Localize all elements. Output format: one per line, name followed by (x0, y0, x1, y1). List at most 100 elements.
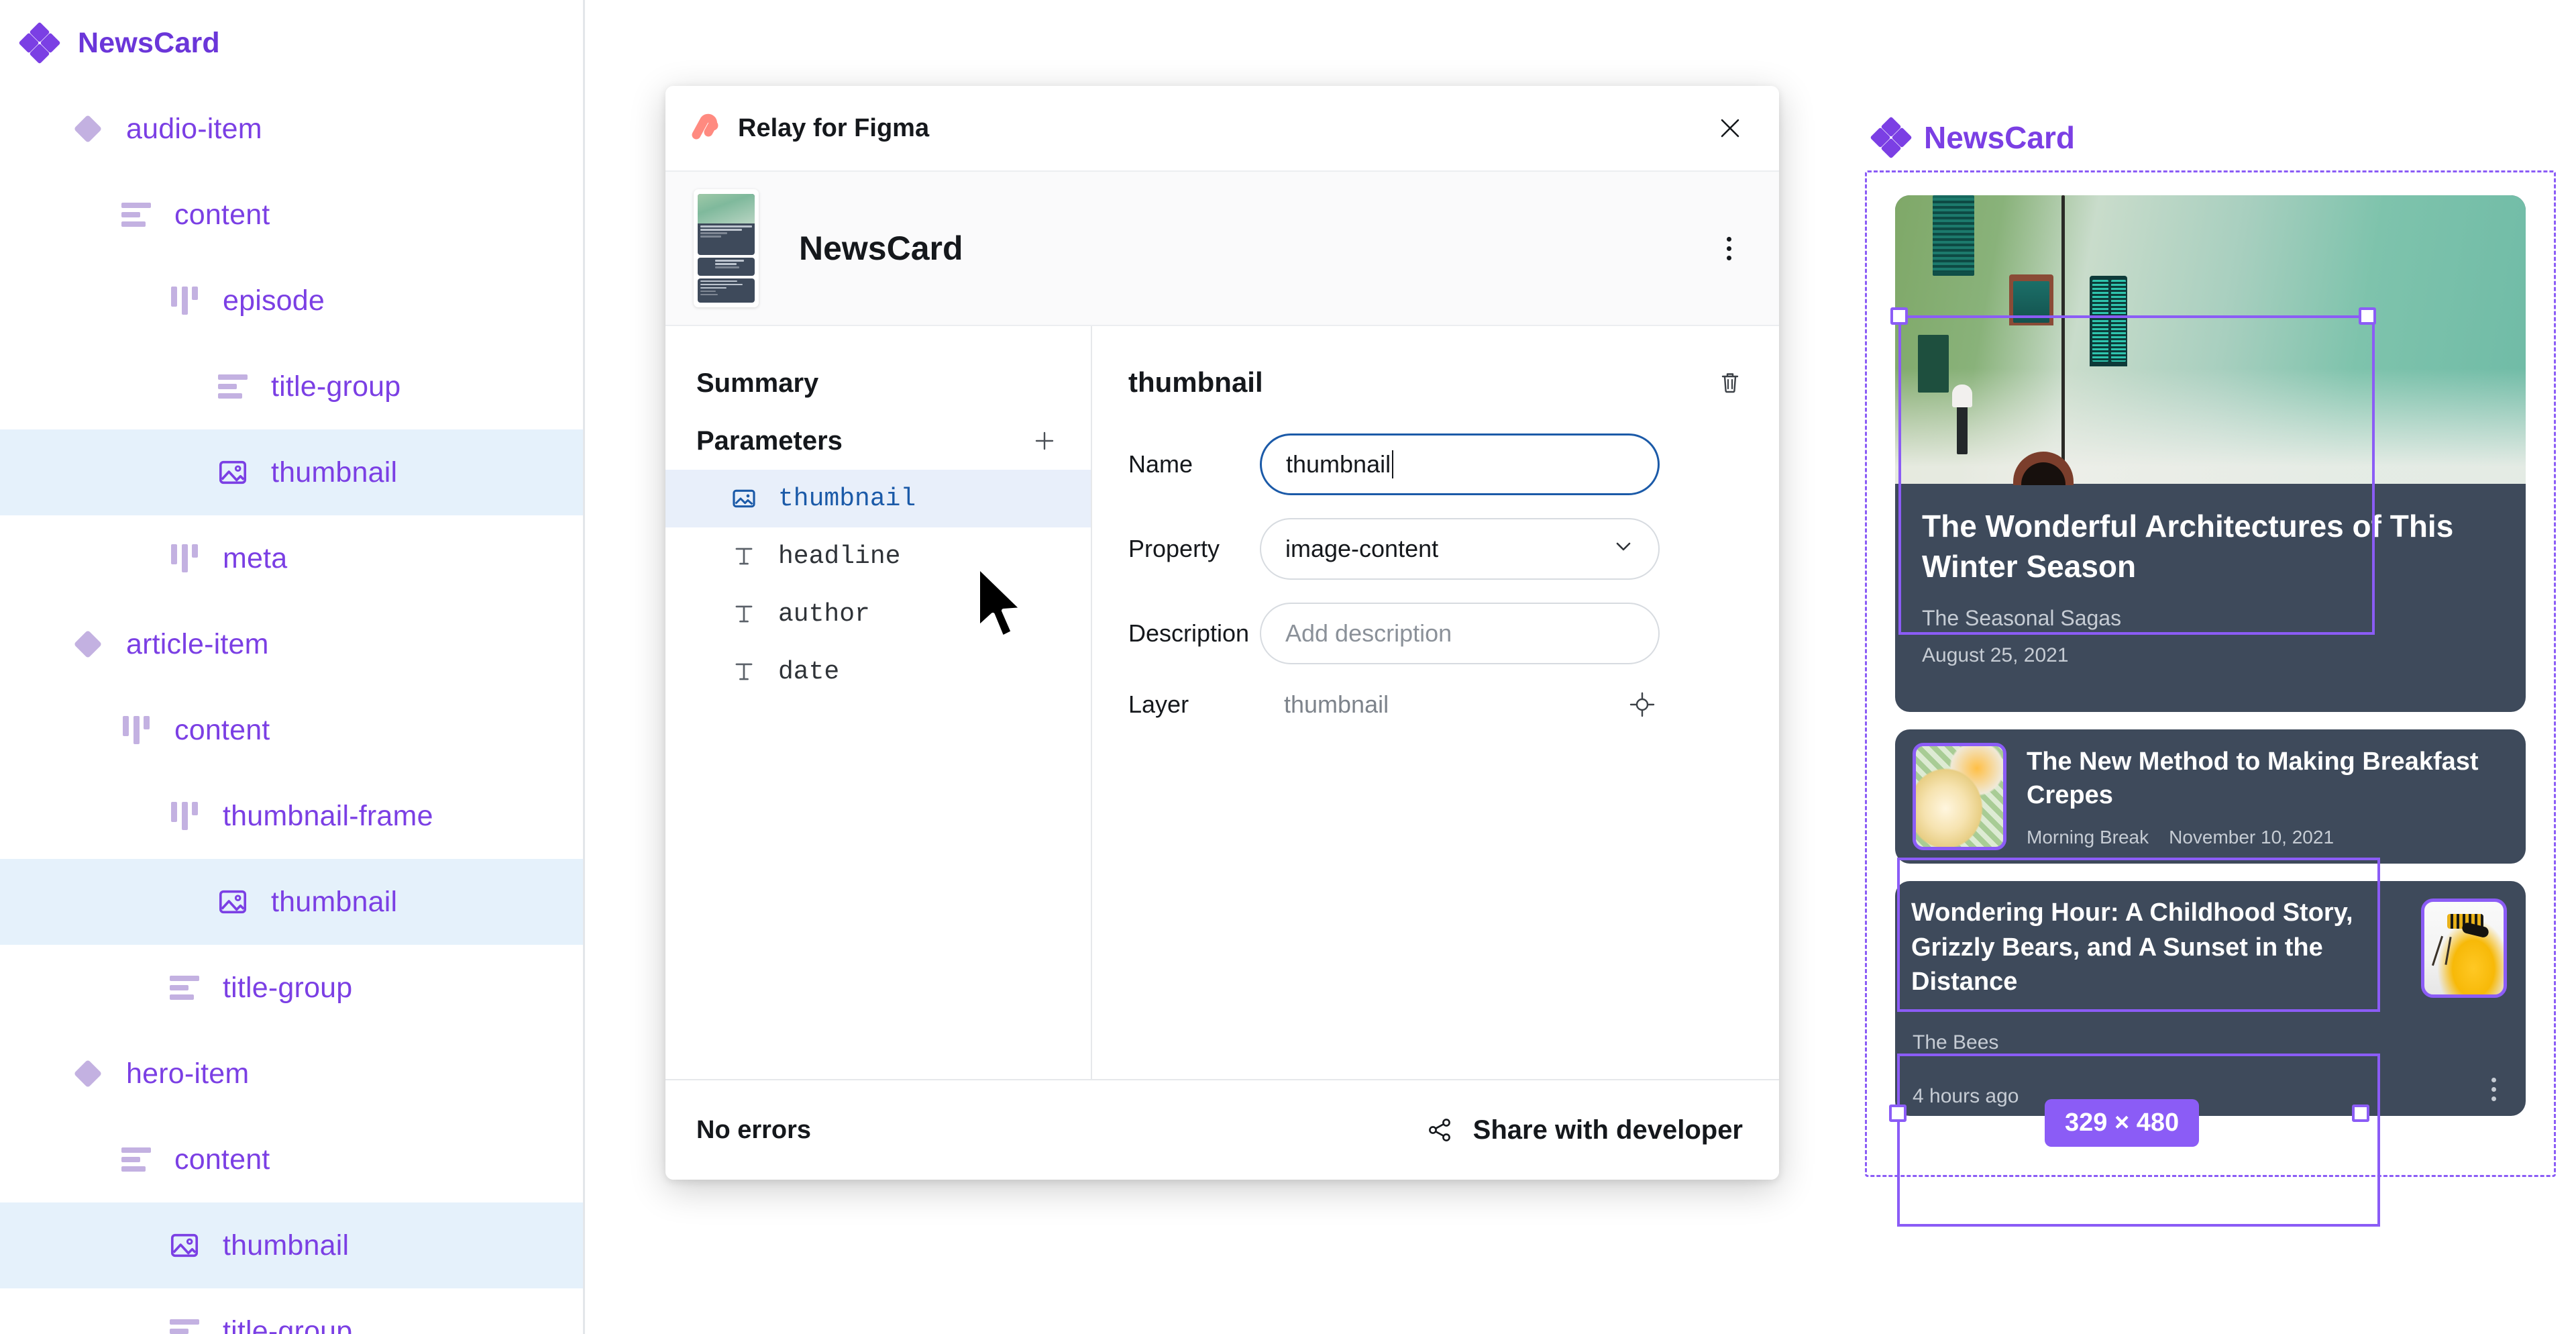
layer-row-content[interactable]: content (0, 1117, 583, 1202)
layer-row-label: thumbnail (271, 885, 398, 918)
news-card-bees[interactable]: Wondering Hour: A Childhood Story, Grizz… (1895, 881, 2526, 1116)
bees-overflow-menu-icon[interactable] (2491, 1078, 2496, 1101)
description-input[interactable]: Add description (1260, 603, 1660, 664)
layer-row-label: title-group (223, 971, 353, 1004)
bees-headline: Wondering Hour: A Childhood Story, Grizz… (1911, 899, 2353, 996)
row-thumbnail-image[interactable] (1913, 743, 2006, 850)
row-date: November 10, 2021 (2169, 827, 2334, 848)
layer-row-title-group[interactable]: title-group (0, 344, 583, 429)
layer-row-content[interactable]: content (0, 687, 583, 773)
hero-thumbnail-image[interactable] (1895, 195, 2526, 485)
component-icon (18, 21, 61, 64)
layer-row-title-group[interactable]: title-group (0, 945, 583, 1031)
layer-row-content[interactable]: content (0, 172, 583, 258)
frame-title-label: NewsCard (1924, 120, 2075, 155)
name-field-row: Name thumbnail (1128, 433, 1748, 495)
trash-icon[interactable] (1712, 364, 1748, 401)
figma-layers-panel[interactable]: NewsCard audio-item content episode title-gr… (0, 0, 585, 1334)
hero-text-block: The Wonderful Architectures of This Wint… (1895, 484, 2526, 667)
row-headline: The New Method to Making Breakfast Crepe… (2027, 747, 2479, 809)
bees-thumbnail-image[interactable] (2421, 899, 2507, 998)
dialog-footer: No errors Share with developer (665, 1079, 1779, 1180)
close-icon[interactable] (1711, 109, 1750, 148)
news-card-row[interactable]: The New Method to Making Breakfast Crepe… (1895, 729, 2526, 864)
summary-label: Summary (696, 368, 819, 398)
parameter-row-headline[interactable]: headline (665, 527, 1091, 585)
layer-row-label: hero-item (126, 1057, 250, 1090)
layer-row-episode[interactable]: episode (0, 258, 583, 344)
text-icon (730, 542, 758, 570)
summary-section-header[interactable]: Summary (665, 354, 1091, 412)
parameter-row-author[interactable]: author (665, 585, 1091, 643)
layer-row-thumbnail[interactable]: thumbnail (0, 1202, 583, 1288)
horizontal-layout-icon (164, 537, 205, 579)
image-icon (730, 484, 758, 513)
selection-handle-top-left[interactable] (1890, 307, 1908, 325)
name-input[interactable]: thumbnail (1260, 433, 1660, 495)
layer-row-label: article-item (126, 627, 269, 660)
parameter-row-date[interactable]: date (665, 643, 1091, 701)
layer-row-label: thumbnail (271, 456, 398, 489)
news-card-hero[interactable]: The Wonderful Architectures of This Wint… (1895, 195, 2526, 712)
name-input-value: thumbnail (1286, 450, 1391, 478)
image-icon (212, 452, 254, 493)
parameter-row-thumbnail[interactable]: thumbnail (665, 470, 1091, 527)
layer-row-label: content (174, 198, 270, 231)
share-icon (1422, 1113, 1457, 1147)
vertical-layout-icon (164, 967, 205, 1009)
layer-row-thumbnail-frame[interactable]: thumbnail-frame (0, 773, 583, 859)
layer-row-thumbnail[interactable]: thumbnail (0, 859, 583, 945)
instance-icon (67, 1053, 109, 1094)
layer-row-label: meta (223, 542, 288, 574)
name-label: Name (1128, 450, 1193, 478)
text-icon (730, 600, 758, 628)
vertical-layout-icon (164, 1311, 205, 1334)
layer-row-article-item[interactable]: article-item (0, 601, 583, 687)
instance-icon (67, 108, 109, 150)
selection-handle-bottom-left[interactable] (1889, 1105, 1907, 1122)
frame-title[interactable]: NewsCard (1870, 114, 2563, 161)
layer-row-thumbnail[interactable]: thumbnail (0, 429, 583, 515)
chevron-down-icon (1613, 535, 1634, 563)
plugin-title: Relay for Figma (738, 113, 930, 142)
status-text: No errors (696, 1115, 812, 1144)
layer-row-label: thumbnail (223, 1229, 350, 1262)
hero-author: The Seasonal Sagas (1922, 605, 2122, 630)
component-header: NewsCard (665, 172, 1779, 326)
layer-row-audio-item[interactable]: audio-item (0, 86, 583, 172)
layer-row-label: thumbnail-frame (223, 799, 433, 832)
dialog-body: Summary Parameters thumbnail headline auth… (665, 326, 1779, 1079)
layer-row-hero-item[interactable]: hero-item (0, 1031, 583, 1117)
row-meta: Morning Break November 10, 2021 (2027, 827, 2508, 848)
image-icon (164, 1225, 205, 1266)
layer-row-label: content (174, 713, 270, 746)
layer-row-label: title-group (223, 1315, 353, 1334)
target-icon[interactable] (1625, 687, 1660, 722)
parameter-detail-pane: thumbnail Name thumbnail Property image-… (1092, 326, 1779, 1079)
relay-plugin-dialog: Relay for Figma NewsCard Summary Paramet… (665, 86, 1779, 1180)
instance-icon (67, 623, 109, 665)
horizontal-layout-icon (115, 709, 157, 751)
component-icon (1870, 116, 1913, 159)
add-parameter-button[interactable] (1028, 424, 1061, 458)
selected-frame-outline[interactable]: The Wonderful Architectures of This Wint… (1865, 170, 2556, 1177)
bees-author: The Bees (1913, 1031, 1999, 1054)
property-select[interactable]: image-content (1260, 518, 1660, 580)
selection-handle-top-right[interactable] (2359, 307, 2376, 325)
layer-row-label: episode (223, 284, 325, 317)
overflow-menu-icon[interactable] (1709, 229, 1748, 268)
property-label: Property (1128, 535, 1220, 562)
parameter-row-label: date (778, 657, 840, 686)
layer-row-label: title-group (271, 370, 401, 403)
vertical-layout-icon (212, 366, 254, 407)
description-label: Description (1128, 619, 1250, 647)
layer-value: thumbnail (1284, 690, 1389, 718)
selection-size-badge: 329 × 480 (2045, 1099, 2200, 1147)
parameter-row-label: author (778, 599, 870, 629)
selection-handle-bottom-right[interactable] (2352, 1105, 2369, 1122)
share-with-developer-button[interactable]: Share with developer (1422, 1113, 1743, 1147)
text-caret (1392, 450, 1394, 478)
layer-row-NewsCard[interactable]: NewsCard (0, 0, 583, 86)
layer-row-meta[interactable]: meta (0, 515, 583, 601)
layer-row-title-group[interactable]: title-group (0, 1288, 583, 1334)
